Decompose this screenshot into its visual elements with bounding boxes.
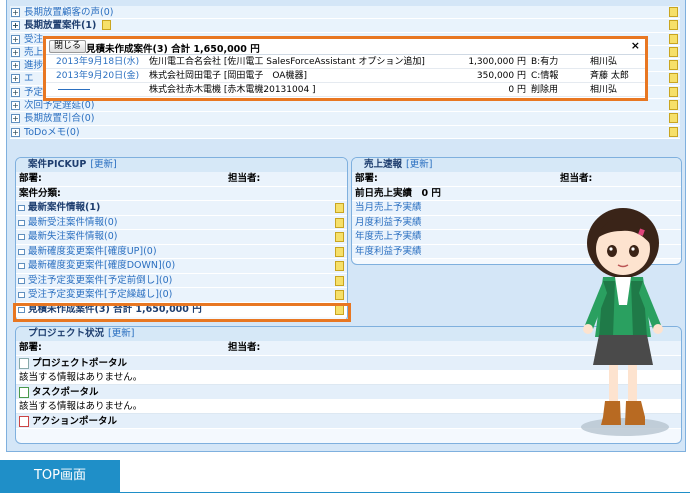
row-owner: 相川弘 [590, 57, 618, 67]
memo-icon [669, 20, 678, 31]
expand-icon[interactable]: + [11, 101, 20, 111]
expand-icon[interactable]: + [11, 74, 20, 84]
expand-icon[interactable]: + [11, 34, 20, 44]
expand-icon[interactable]: + [11, 47, 20, 57]
refresh-link[interactable]: [更新] [406, 159, 432, 170]
row-probability: 削除用 [531, 85, 559, 95]
window-icon [18, 205, 25, 211]
window-icon [18, 263, 25, 269]
window-icon [18, 219, 25, 226]
memo-icon [335, 290, 344, 300]
list-item[interactable]: 受注予定変更案件[予定繰越し](0) [16, 288, 347, 303]
memo-icon [669, 46, 678, 57]
popup-close-button[interactable]: 閉じる [49, 40, 87, 53]
expand-icon[interactable]: + [11, 127, 20, 137]
row-owner: 斉藤 太郎 [590, 71, 629, 81]
popup-header: 閉じる 見積未作成案件(3) 合計 1,650,000 円 × [46, 39, 645, 55]
highlight-frame [13, 303, 351, 322]
panel-header: 売上速報 [更新] [352, 158, 681, 172]
list-item[interactable]: 最新確度変更案件[確度UP](0) [16, 244, 347, 259]
list-item[interactable]: + 長期放置顧客の声(0) [10, 6, 680, 20]
window-icon [18, 248, 25, 255]
memo-icon [669, 73, 678, 84]
window-icon [18, 234, 25, 240]
memo-icon [335, 203, 344, 213]
close-icon[interactable]: × [631, 39, 640, 52]
row-date[interactable]: 2013年9月20日(金) [56, 69, 139, 83]
row-probability: C:情報 [531, 71, 559, 81]
top-screen-tab: TOP画面 [0, 460, 120, 492]
filter-row: 部署: 担当者: [352, 172, 681, 187]
list-item[interactable]: 最新確度変更案件[確度DOWN](0) [16, 259, 347, 274]
memo-icon [669, 86, 678, 97]
memo-icon [669, 126, 678, 137]
row-customer: 株式会社赤木電機 [赤木電機20131004 ] [149, 85, 316, 95]
document-icon [19, 357, 29, 369]
row-probability: B:有力 [531, 57, 559, 67]
memo-icon [669, 60, 678, 71]
row-owner: 相川弘 [590, 85, 618, 95]
row-date-link[interactable] [58, 89, 90, 90]
table-row[interactable]: 株式会社赤木電機 [赤木電機20131004 ] 0 円 削除用 相川弘 [46, 83, 645, 97]
table-row[interactable]: 2013年9月20日(金) 株式会社岡田電子 [岡田電子 OA機器] 350,0… [46, 69, 645, 83]
list-item[interactable]: + ToDoメモ(0) [10, 125, 680, 139]
window-icon [18, 292, 25, 298]
list-item: 前日売上実績 0 円 [352, 186, 681, 201]
window-icon [18, 277, 25, 284]
memo-icon [335, 217, 344, 228]
popup-title: 見積未作成案件(3) 合計 1,650,000 円 [86, 44, 260, 55]
expand-icon[interactable]: + [11, 61, 20, 71]
list-item[interactable]: + 長期放置引合(0) [10, 112, 680, 126]
memo-icon [335, 246, 344, 257]
panel-header: 案件PICKUP [更新] [16, 158, 347, 172]
expand-icon[interactable]: + [11, 87, 20, 97]
filter-row: 部署: 担当者: [16, 172, 347, 187]
row-date[interactable]: 2013年9月18日(水) [56, 55, 139, 69]
row-amount: 350,000 円 [476, 71, 526, 81]
table-row[interactable]: 2013年9月18日(水) 佐川電工合名会社 [佐川電工 SalesForceA… [46, 55, 645, 69]
row-customer: 佐川電工合名会社 [佐川電工 SalesForceAssistant オプション… [149, 57, 425, 67]
refresh-link[interactable]: [更新] [108, 328, 134, 339]
memo-icon [669, 100, 678, 111]
list-item[interactable]: 最新受注案件情報(0) [16, 215, 347, 230]
memo-icon [669, 113, 678, 124]
memo-icon [335, 261, 344, 271]
memo-icon [335, 275, 344, 286]
expand-icon[interactable]: + [11, 8, 20, 17]
pickup-panel: 案件PICKUP [更新] 部署: 担当者: 案件分類: 最新案件情報(1) 最新受… [15, 157, 348, 322]
row-amount: 1,300,000 円 [468, 57, 526, 67]
row-customer: 株式会社岡田電子 [岡田電子 OA機器] [149, 71, 307, 81]
category-row: 案件分類: [16, 186, 347, 201]
row-amount: 0 円 [508, 85, 526, 95]
list-item[interactable]: 受注予定変更案件[予定前倒し](0) [16, 273, 347, 288]
list-item[interactable]: + 長期放置案件(1) [10, 19, 680, 33]
list-item[interactable]: 最新失注案件情報(0) [16, 230, 347, 245]
memo-icon [669, 7, 678, 17]
expand-icon[interactable]: + [11, 114, 20, 124]
estimate-popup: 閉じる 見積未作成案件(3) 合計 1,650,000 円 × 2013年9月1… [43, 36, 648, 101]
list-item[interactable]: + 次回予定遅延(0) [10, 99, 680, 113]
mascot-character-illustration [581, 208, 669, 436]
memo-icon [669, 33, 678, 44]
list-item[interactable]: 最新案件情報(1) [16, 201, 347, 216]
memo-icon [102, 20, 111, 31]
tab-underline [0, 492, 690, 493]
task-icon [19, 386, 29, 398]
memo-icon [335, 232, 344, 242]
refresh-link[interactable]: [更新] [90, 159, 116, 170]
expand-icon[interactable]: + [11, 21, 20, 31]
action-icon [19, 415, 29, 427]
